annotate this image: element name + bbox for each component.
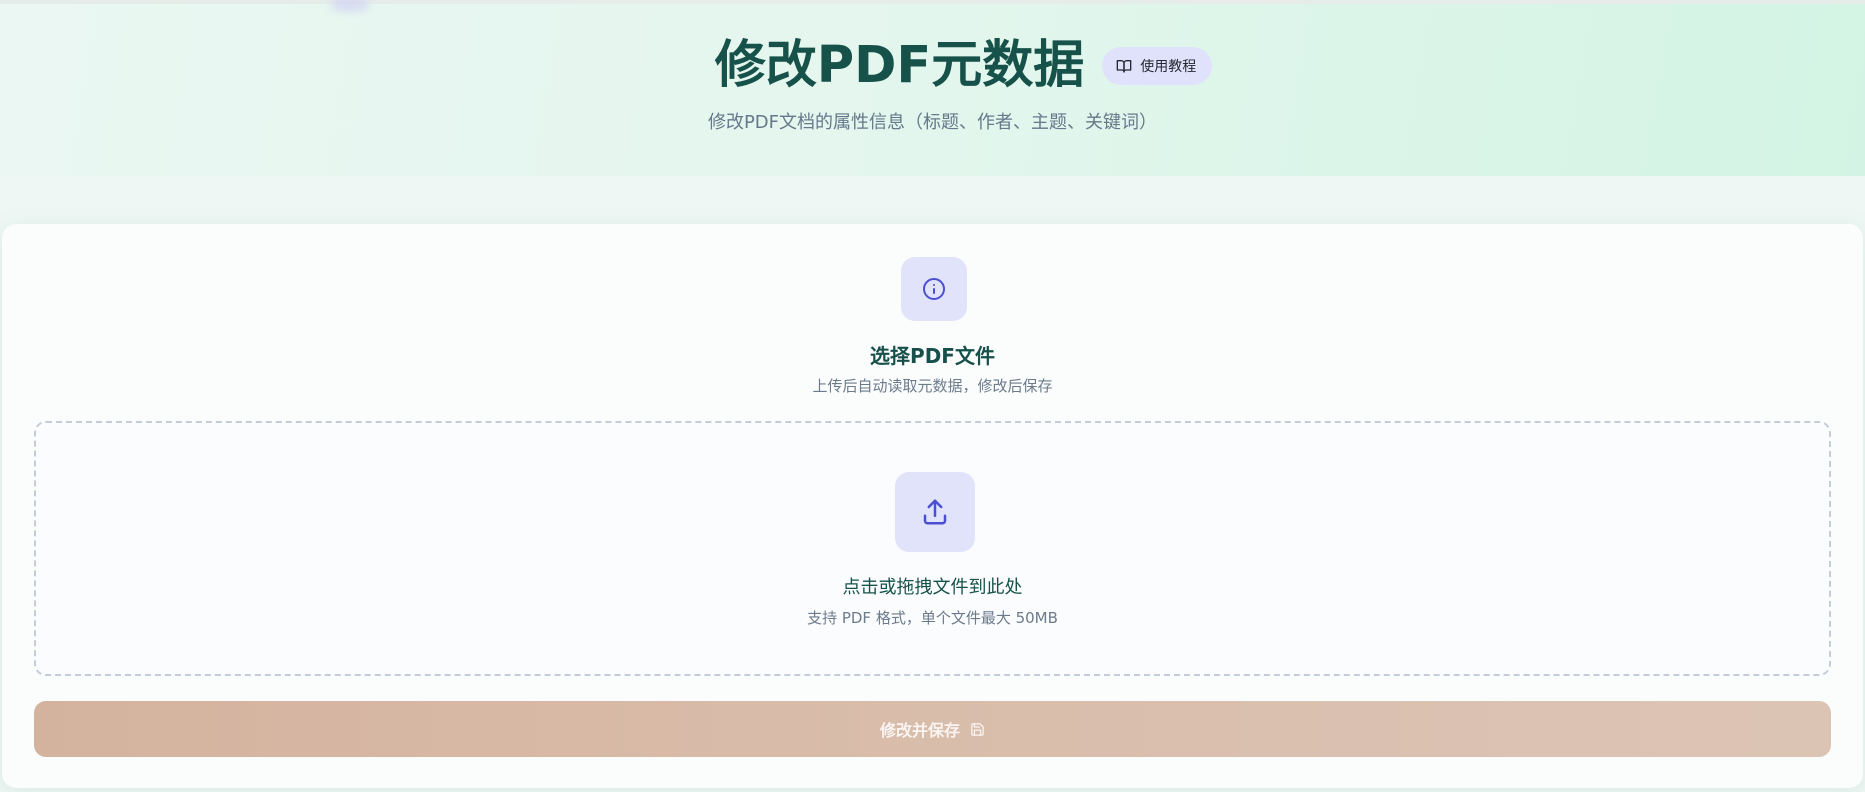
title-row: 修改PDF元数据 使用教程 bbox=[0, 34, 1865, 98]
tutorial-button[interactable]: 使用教程 bbox=[1102, 47, 1213, 85]
card-description: 上传后自动读取元数据，修改后保存 bbox=[812, 377, 1053, 395]
page-subtitle: 修改PDF文档的属性信息（标题、作者、主题、关键词） bbox=[707, 112, 1158, 133]
page-title: 修改PDF元数据 bbox=[714, 36, 1085, 95]
book-open-icon bbox=[1116, 60, 1132, 73]
dropzone-hint-text: 支持 PDF 格式，单个文件最大 50MB bbox=[807, 609, 1058, 627]
tutorial-label: 使用教程 bbox=[1140, 59, 1197, 75]
modify-save-label: 修改并保存 bbox=[879, 721, 960, 740]
file-dropzone[interactable]: 点击或拖拽文件到此处 支持 PDF 格式，单个文件最大 50MB bbox=[34, 421, 1831, 676]
upload-card: 选择PDF文件 上传后自动读取元数据，修改后保存 点击或拖拽文件到此处 支持 P… bbox=[2, 224, 1863, 788]
modify-save-button[interactable]: 修改并保存 bbox=[34, 701, 1831, 757]
upload-icon-box bbox=[895, 472, 975, 552]
hero-header: 修改PDF元数据 使用教程 修改PDF文档的属性信息（标题、作者、主题、关键词） bbox=[0, 0, 1865, 176]
info-icon-box bbox=[901, 257, 967, 321]
save-icon bbox=[971, 722, 984, 736]
page: 修改PDF元数据 使用教程 修改PDF文档的属性信息（标题、作者、主题、关键词）… bbox=[0, 0, 1865, 792]
upload-icon bbox=[923, 499, 947, 525]
info-icon bbox=[923, 278, 945, 300]
dropzone-primary-text: 点击或拖拽文件到此处 bbox=[842, 577, 1023, 598]
card-title: 选择PDF文件 bbox=[870, 344, 995, 368]
hero-glow bbox=[330, 0, 370, 12]
